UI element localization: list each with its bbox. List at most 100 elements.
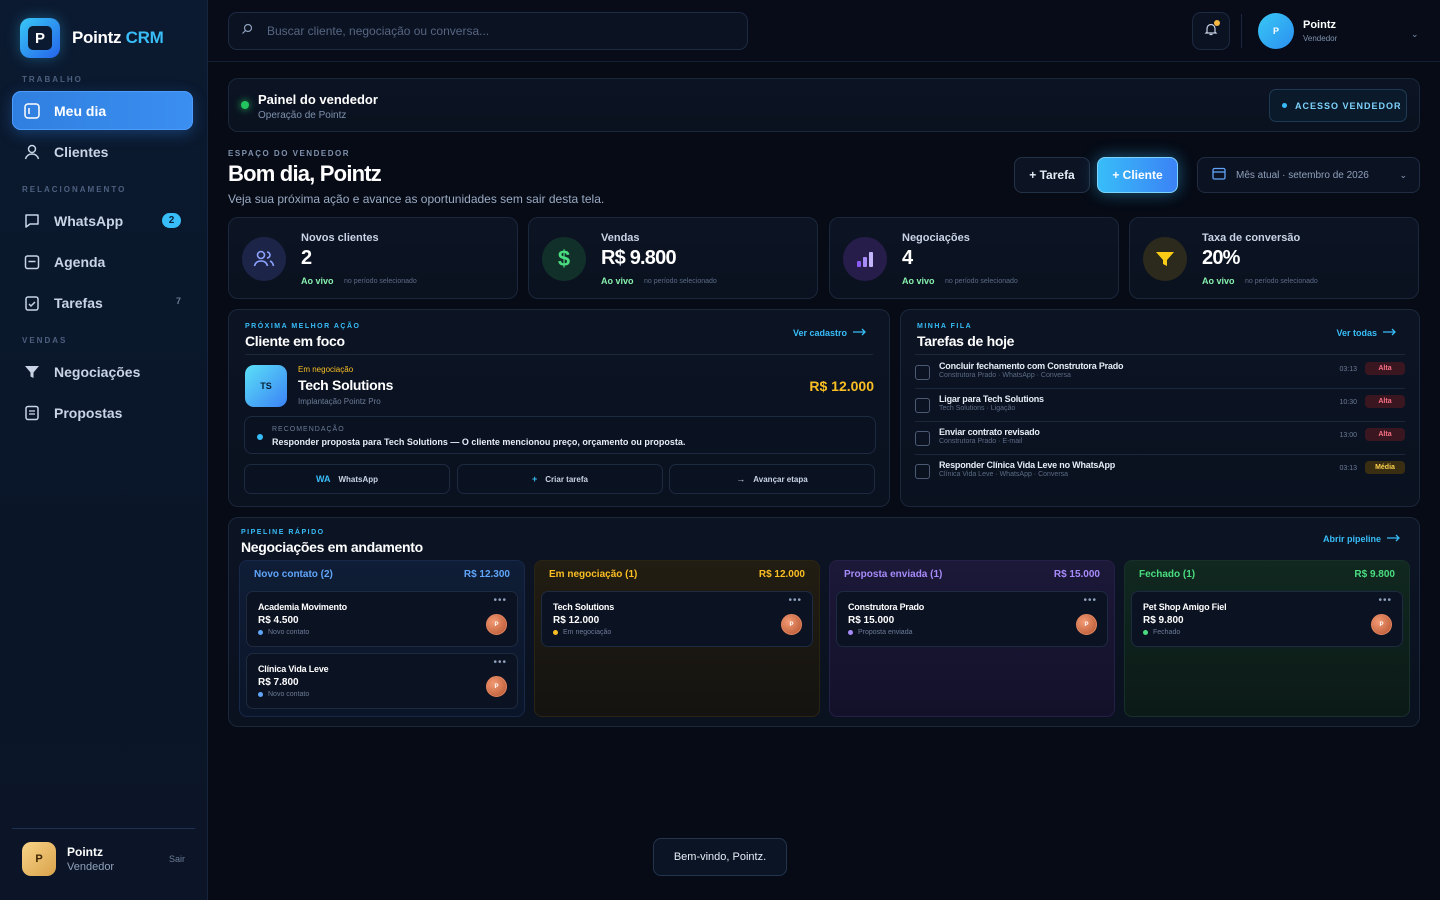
create-task-button[interactable]: + Criar tarefa xyxy=(457,464,663,494)
nav-section-trabalho: TRABALHO xyxy=(22,75,83,84)
view-all-tasks-link[interactable]: Ver todas xyxy=(1336,328,1397,338)
focus-client-card: PRÓXIMA MELHOR AÇÃO Cliente em foco Ver … xyxy=(228,309,890,507)
deal-card[interactable]: Pet Shop Amigo Fiel R$ 9.800 Fechado •••… xyxy=(1131,591,1403,647)
search-icon xyxy=(241,22,253,40)
today-tasks-card: MINHA FILA Tarefas de hoje Ver todas Con… xyxy=(900,309,1420,507)
deal-product: Implantação Pointz Pro xyxy=(298,397,381,406)
kpi-live: Ao vivo xyxy=(902,276,935,286)
stage-dot xyxy=(848,630,853,635)
more-options-icon[interactable]: ••• xyxy=(1083,595,1097,606)
sidebar-item-meu-dia[interactable]: Meu dia xyxy=(12,91,193,130)
brand-name: Pointz CRM xyxy=(72,28,164,48)
deal-stage-label: Novo contato xyxy=(268,691,310,698)
deal-stage-label: Novo contato xyxy=(268,629,310,636)
task-row[interactable]: Ligar para Tech Solutions Tech Solutions… xyxy=(915,390,1405,423)
more-options-icon[interactable]: ••• xyxy=(1378,595,1392,606)
column-header: Fechado (1) R$ 9.800 xyxy=(1139,569,1395,580)
dollar-icon: $ xyxy=(542,237,586,281)
task-meta: Tech Solutions · Ligação xyxy=(939,405,1016,412)
kpi-note: no período selecionado xyxy=(945,278,1018,285)
kpi-label: Taxa de conversão xyxy=(1202,232,1301,244)
task-time: 10:30 xyxy=(1339,399,1357,406)
task-row[interactable]: Enviar contrato revisado Construtora Pra… xyxy=(915,423,1405,456)
deal-card[interactable]: Construtora Prado R$ 15.000 Proposta env… xyxy=(836,591,1108,647)
deal-value: R$ 7.800 xyxy=(258,677,299,688)
sidebar-item-whatsapp[interactable]: WhatsApp 2 xyxy=(12,201,193,240)
period-label: Mês atual · setembro de 2026 xyxy=(1236,169,1369,181)
task-checkbox[interactable] xyxy=(915,431,930,446)
access-badge-label: ACESSO VENDEDOR xyxy=(1295,100,1402,111)
divider xyxy=(915,454,1405,455)
chevron-down-icon[interactable]: ⌄ xyxy=(1411,29,1419,40)
focus-header: PRÓXIMA MELHOR AÇÃO Cliente em foco xyxy=(245,323,360,349)
client-logo: TS xyxy=(245,365,287,407)
deal-card[interactable]: Academia Movimento R$ 4.500 Novo contato… xyxy=(246,591,518,647)
sidebar-item-clientes[interactable]: Clientes xyxy=(12,132,193,171)
deal-client-name[interactable]: Tech Solutions xyxy=(298,377,393,393)
avatar: P xyxy=(486,614,507,635)
task-time: 03:13 xyxy=(1339,465,1357,472)
brand-logo: P xyxy=(20,18,60,58)
open-pipeline-link[interactable]: Abrir pipeline xyxy=(1323,534,1401,544)
notification-dot xyxy=(1214,20,1220,26)
tasks-header: MINHA FILA Tarefas de hoje xyxy=(917,323,1014,349)
kpi-value: 20% xyxy=(1202,247,1240,269)
pipeline-column-proposta-enviada: Proposta enviada (1) R$ 15.000 Construto… xyxy=(829,560,1115,717)
task-checkbox[interactable] xyxy=(915,365,930,380)
priority-badge: Alta xyxy=(1365,362,1405,375)
recommendation-text: Responder proposta para Tech Solutions —… xyxy=(272,437,686,447)
task-checkbox[interactable] xyxy=(915,398,930,413)
kpi-value: R$ 9.800 xyxy=(601,247,677,269)
advance-stage-button[interactable]: → Avançar etapa xyxy=(669,464,875,494)
more-options-icon[interactable]: ••• xyxy=(788,595,802,606)
page-title: Bom dia, Pointz xyxy=(228,161,382,186)
pipeline-column-novo-contato: Novo contato (2) R$ 12.300 Academia Movi… xyxy=(239,560,525,717)
priority-badge: Média xyxy=(1365,461,1405,474)
sidebar-item-label: Tarefas xyxy=(54,294,103,311)
priority-badge: Alta xyxy=(1365,395,1405,408)
panel-title: Painel do vendedor xyxy=(258,92,378,107)
user-menu[interactable]: P Pointz Vendedor xyxy=(1258,13,1337,49)
sidebar-item-label: Propostas xyxy=(54,404,123,421)
period-select[interactable]: Mês atual · setembro de 2026 ⌄ xyxy=(1197,157,1420,193)
view-profile-link[interactable]: Ver cadastro xyxy=(793,328,867,338)
status-online-dot xyxy=(241,101,249,109)
new-client-button[interactable]: + Cliente xyxy=(1097,157,1178,193)
more-options-icon[interactable]: ••• xyxy=(493,595,507,606)
task-title: Concluir fechamento com Construtora Prad… xyxy=(939,361,1124,371)
user-icon xyxy=(22,142,42,162)
brand-name-text: Pointz xyxy=(72,28,122,47)
sidebar-item-tarefas[interactable]: Tarefas 7 xyxy=(12,283,193,322)
chevron-down-icon: ⌄ xyxy=(1399,169,1407,180)
sidebar-item-agenda[interactable]: Agenda xyxy=(12,242,193,281)
deal-name: Academia Movimento xyxy=(258,602,347,612)
welcome-toast: Bem-vindo, Pointz. xyxy=(653,838,787,876)
task-checkbox[interactable] xyxy=(915,464,930,479)
more-options-icon[interactable]: ••• xyxy=(493,657,507,668)
sidebar-item-negociacoes[interactable]: Negociações xyxy=(12,352,193,391)
stage-dot xyxy=(1143,630,1148,635)
search-input[interactable] xyxy=(267,24,707,38)
divider xyxy=(915,354,1405,355)
kpi-note: no período selecionado xyxy=(644,278,717,285)
logout-button[interactable]: Sair xyxy=(169,854,185,864)
clipboard-check-icon xyxy=(22,293,42,313)
deal-card[interactable]: Tech Solutions R$ 12.000 Em negociação •… xyxy=(541,591,813,647)
new-task-button[interactable]: + Tarefa xyxy=(1014,157,1090,193)
stage-dot xyxy=(258,630,263,635)
brand[interactable]: P Pointz CRM xyxy=(20,18,164,58)
pipeline-title: Negociações em andamento xyxy=(241,539,423,555)
document-icon xyxy=(22,403,42,423)
column-total: R$ 15.000 xyxy=(1053,569,1100,580)
notifications-button[interactable] xyxy=(1192,12,1230,50)
arrow-right-icon: → xyxy=(736,474,746,484)
deal-card[interactable]: Clínica Vida Leve R$ 7.800 Novo contato … xyxy=(246,653,518,709)
search-box[interactable] xyxy=(228,12,748,50)
deal-value: R$ 9.800 xyxy=(1143,615,1184,626)
task-row[interactable]: Concluir fechamento com Construtora Prad… xyxy=(915,357,1405,390)
whatsapp-action-button[interactable]: WA WhatsApp xyxy=(244,464,450,494)
task-time: 03:13 xyxy=(1339,366,1357,373)
users-icon xyxy=(242,237,286,281)
task-row[interactable]: Responder Clínica Vida Leve no WhatsApp … xyxy=(915,456,1405,489)
sidebar-item-propostas[interactable]: Propostas xyxy=(12,393,193,432)
